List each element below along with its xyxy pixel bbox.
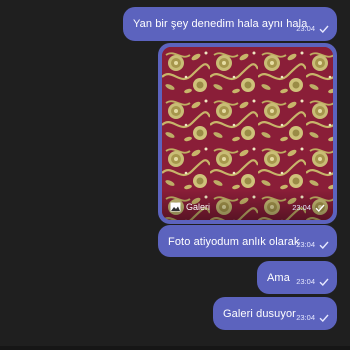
message-time: 23:04 [296, 24, 315, 33]
message-time: 23:04 [296, 313, 315, 322]
message-meta: 23:04 [296, 240, 329, 249]
message-meta: 23:04 [296, 277, 329, 286]
message-text: Ama [267, 272, 290, 284]
message-bubble[interactable]: Galeri dusuyor 23:04 [213, 297, 337, 330]
message-text: Yan bir şey denedim hala aynı hala [133, 18, 308, 30]
message-text: Galeri dusuyor [223, 308, 296, 320]
bottom-edge [0, 346, 350, 350]
check-icon [319, 278, 329, 286]
message-bubble[interactable]: Ama 23:04 [257, 261, 337, 294]
check-icon [319, 314, 329, 322]
image-message-bubble[interactable]: Galeri 23:04 [158, 43, 337, 224]
message-meta: 23:04 [296, 313, 329, 322]
message-bubble[interactable]: Foto atiyodum anlık olarak 23:04 [158, 225, 337, 257]
message-time: 23:04 [296, 277, 315, 286]
check-icon [315, 204, 325, 212]
check-icon [319, 241, 329, 249]
message-time: 23:04 [292, 203, 311, 212]
message-time: 23:04 [296, 240, 315, 249]
gallery-icon [170, 202, 181, 212]
message-meta: 23:04 [292, 203, 325, 212]
message-text: Foto atiyodum anlık olarak [168, 236, 300, 248]
gallery-caption: Galeri [186, 202, 211, 212]
gallery-label: Galeri [170, 202, 210, 212]
chat-area[interactable]: Yan bir şey denedim hala aynı hala 23:04 [0, 0, 350, 350]
carpet-photo[interactable]: Galeri 23:04 [162, 47, 333, 220]
check-icon [319, 25, 329, 33]
message-bubble[interactable]: Yan bir şey denedim hala aynı hala 23:04 [123, 7, 337, 41]
message-meta: 23:04 [296, 24, 329, 33]
